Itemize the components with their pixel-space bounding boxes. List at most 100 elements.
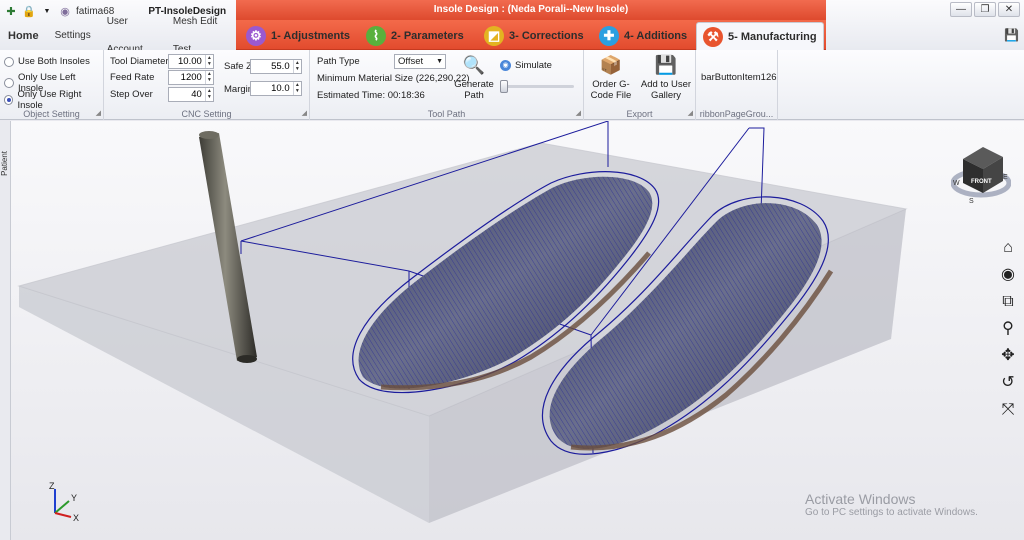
scene-canvas[interactable] <box>11 121 1024 540</box>
minimize-button[interactable]: — <box>950 2 972 17</box>
home-icon[interactable]: ⌂ <box>998 238 1018 258</box>
lock-icon[interactable]: 🔒 <box>22 4 36 18</box>
safe-z-input[interactable] <box>251 60 293 73</box>
order-gcode-button[interactable]: 📦 Order G-Code File <box>586 53 636 102</box>
navigation-toolbar: ⌂ ◉ ⧉ ⚲ ✥ ↺ ⤧ <box>998 238 1022 427</box>
title-bar-right: — ❐ ✕ <box>826 0 1024 20</box>
radio-label: Only Use Right Insole <box>17 89 82 111</box>
dialog-launcher-icon[interactable]: ◢ <box>96 109 101 117</box>
step-adjustments[interactable]: ⚙ 1- Adjustments <box>246 22 350 50</box>
rotate-icon[interactable]: ↺ <box>998 373 1018 393</box>
3d-viewport[interactable]: FRONT W E S ⌂ ◉ ⧉ ⚲ ✥ ↺ ⤧ Z Y X Activate… <box>11 121 1024 540</box>
compass-e: E <box>1003 174 1008 181</box>
axis-z-label: Z <box>49 481 55 491</box>
step-over-stepper[interactable]: ▲▼ <box>168 87 214 102</box>
close-button[interactable]: ✕ <box>998 2 1020 17</box>
simulate-icon: ◉ <box>500 60 511 71</box>
simulate-slider[interactable] <box>500 80 574 93</box>
step-manufacturing[interactable]: ⚒ 5- Manufacturing <box>696 22 824 50</box>
tab-home[interactable]: Home <box>0 22 47 50</box>
spin-arrows-icon[interactable]: ▲ ▼ <box>204 88 213 101</box>
orbit-icon[interactable]: ◉ <box>998 265 1018 285</box>
radio-selected-icon <box>4 95 14 105</box>
radio-icon <box>4 78 14 88</box>
app-logo-icon[interactable]: ✚ <box>4 4 18 18</box>
user-icon: ◉ <box>60 5 70 18</box>
tool-path-group: Path Type Offset ▼ Minimum Material Size… <box>310 50 584 120</box>
tool-diameter-stepper[interactable]: ▲▼ <box>168 54 214 69</box>
feed-rate-stepper[interactable]: ▲▼ <box>168 70 214 85</box>
radio-icon <box>4 56 14 67</box>
step-label: 4- Additions <box>624 30 688 42</box>
min-material-size: Minimum Material Size (226,290,22) <box>317 73 470 84</box>
watermark-title: Activate Windows <box>805 491 916 507</box>
export-group: 📦 Order G-Code File 💾 Add to User Galler… <box>584 50 696 120</box>
spin-arrows-icon[interactable]: ▲ ▼ <box>204 71 213 84</box>
radio-both-insoles[interactable]: Use Both Insoles <box>4 56 90 67</box>
group-label: Export <box>626 109 653 119</box>
navigation-cube[interactable]: FRONT W E S <box>950 141 1012 207</box>
margin-stepper[interactable]: ▲▼ <box>250 81 302 96</box>
cnc-setting-group: Tool Diameter ▲▼ Feed Rate ▲▼ Step Over … <box>104 50 310 120</box>
pan-icon[interactable]: ✥ <box>998 346 1018 366</box>
axis-x-label: X <box>73 513 79 523</box>
manufacturing-icon: ⚒ <box>703 26 723 47</box>
margin-input[interactable] <box>251 82 293 95</box>
dropdown-arrow-icon[interactable]: ▼ <box>40 4 54 18</box>
estimated-time: Estimated Time: 00:18:36 <box>317 90 425 101</box>
axis-y-label: Y <box>71 493 77 503</box>
dialog-launcher-icon[interactable]: ◢ <box>302 109 307 117</box>
generate-path-button[interactable]: 🔍 Generate Path <box>453 53 495 102</box>
activation-watermark: Activate Windows Go to PC settings to ac… <box>805 491 978 518</box>
top-bar: ✚ 🔒 ▼ ◉ fatima68 PT-InsoleDesign Insole … <box>0 0 1024 55</box>
cube-face-label: FRONT <box>971 179 992 185</box>
save-icon[interactable]: 💾 <box>1004 28 1019 42</box>
step-label: 3- Corrections <box>509 30 584 42</box>
tab-settings[interactable]: Settings <box>47 22 99 50</box>
ribbon: Use Both Insoles Only Use Left Insole On… <box>0 50 1024 120</box>
spin-arrows-icon[interactable]: ▲ ▼ <box>204 55 213 68</box>
safe-z-label: Safe Z <box>224 61 252 72</box>
step-additions[interactable]: ✚ 4- Additions <box>599 22 687 50</box>
step-over-input[interactable] <box>169 88 205 101</box>
spin-arrows-icon[interactable]: ▲ ▼ <box>292 60 301 73</box>
step-corrections[interactable]: ◩ 3- Corrections <box>484 22 584 50</box>
correction-icon: ◩ <box>484 26 504 46</box>
path-type-value: Offset <box>398 56 424 67</box>
window-title: Insole Design : (Neda Porali--New Insole… <box>236 0 826 20</box>
side-tab-label: Patient <box>0 151 9 176</box>
add-to-gallery-label: Add to User Gallery <box>640 79 692 101</box>
feed-rate-label: Feed Rate <box>110 72 155 83</box>
safe-z-stepper[interactable]: ▲▼ <box>250 59 302 74</box>
bar-button-item[interactable]: barButtonItem126 <box>701 72 777 83</box>
restore-button[interactable]: ❐ <box>974 2 996 17</box>
simulate-slider-thumb[interactable] <box>500 80 508 93</box>
path-type-label: Path Type <box>317 56 360 67</box>
patient-side-tab[interactable]: Patient <box>0 121 11 540</box>
extra-group: barButtonItem126 ribbonPageGrou... <box>696 50 778 120</box>
fit-icon[interactable]: ⤧ <box>998 400 1018 420</box>
object-setting-group: Use Both Insoles Only Use Left Insole On… <box>0 50 104 120</box>
axis-gizmo: Z Y X <box>43 479 93 524</box>
tool-diameter-input[interactable] <box>169 55 205 68</box>
save-icon: 💾 <box>654 54 678 75</box>
dialog-launcher-icon[interactable]: ◢ <box>576 109 581 117</box>
simulate-button[interactable]: ◉ Simulate <box>500 60 552 71</box>
margin-label: Margin <box>224 84 254 95</box>
step-parameters[interactable]: ⌇ 2- Parameters <box>366 22 464 50</box>
zoom-icon[interactable]: ⚲ <box>998 319 1018 339</box>
generate-path-icon: 🔍 <box>462 54 486 75</box>
group-label: ribbonPageGrou... <box>699 109 774 119</box>
zoom-window-icon[interactable]: ⧉ <box>998 292 1018 312</box>
feed-rate-input[interactable] <box>169 71 205 84</box>
spin-arrows-icon[interactable]: ▲ ▼ <box>292 82 301 95</box>
path-type-select[interactable]: Offset ▼ <box>394 54 446 69</box>
radio-right-insole[interactable]: Only Use Right Insole <box>4 89 103 111</box>
add-to-gallery-button[interactable]: 💾 Add to User Gallery <box>638 53 694 102</box>
order-icon: 📦 <box>599 54 623 75</box>
watermark-subtitle: Go to PC settings to activate Windows. <box>805 507 978 518</box>
dialog-launcher-icon[interactable]: ◢ <box>688 109 693 117</box>
step-label: 5- Manufacturing <box>728 30 817 43</box>
compass-s: S <box>969 198 974 205</box>
order-gcode-label: Order G-Code File <box>590 79 632 101</box>
